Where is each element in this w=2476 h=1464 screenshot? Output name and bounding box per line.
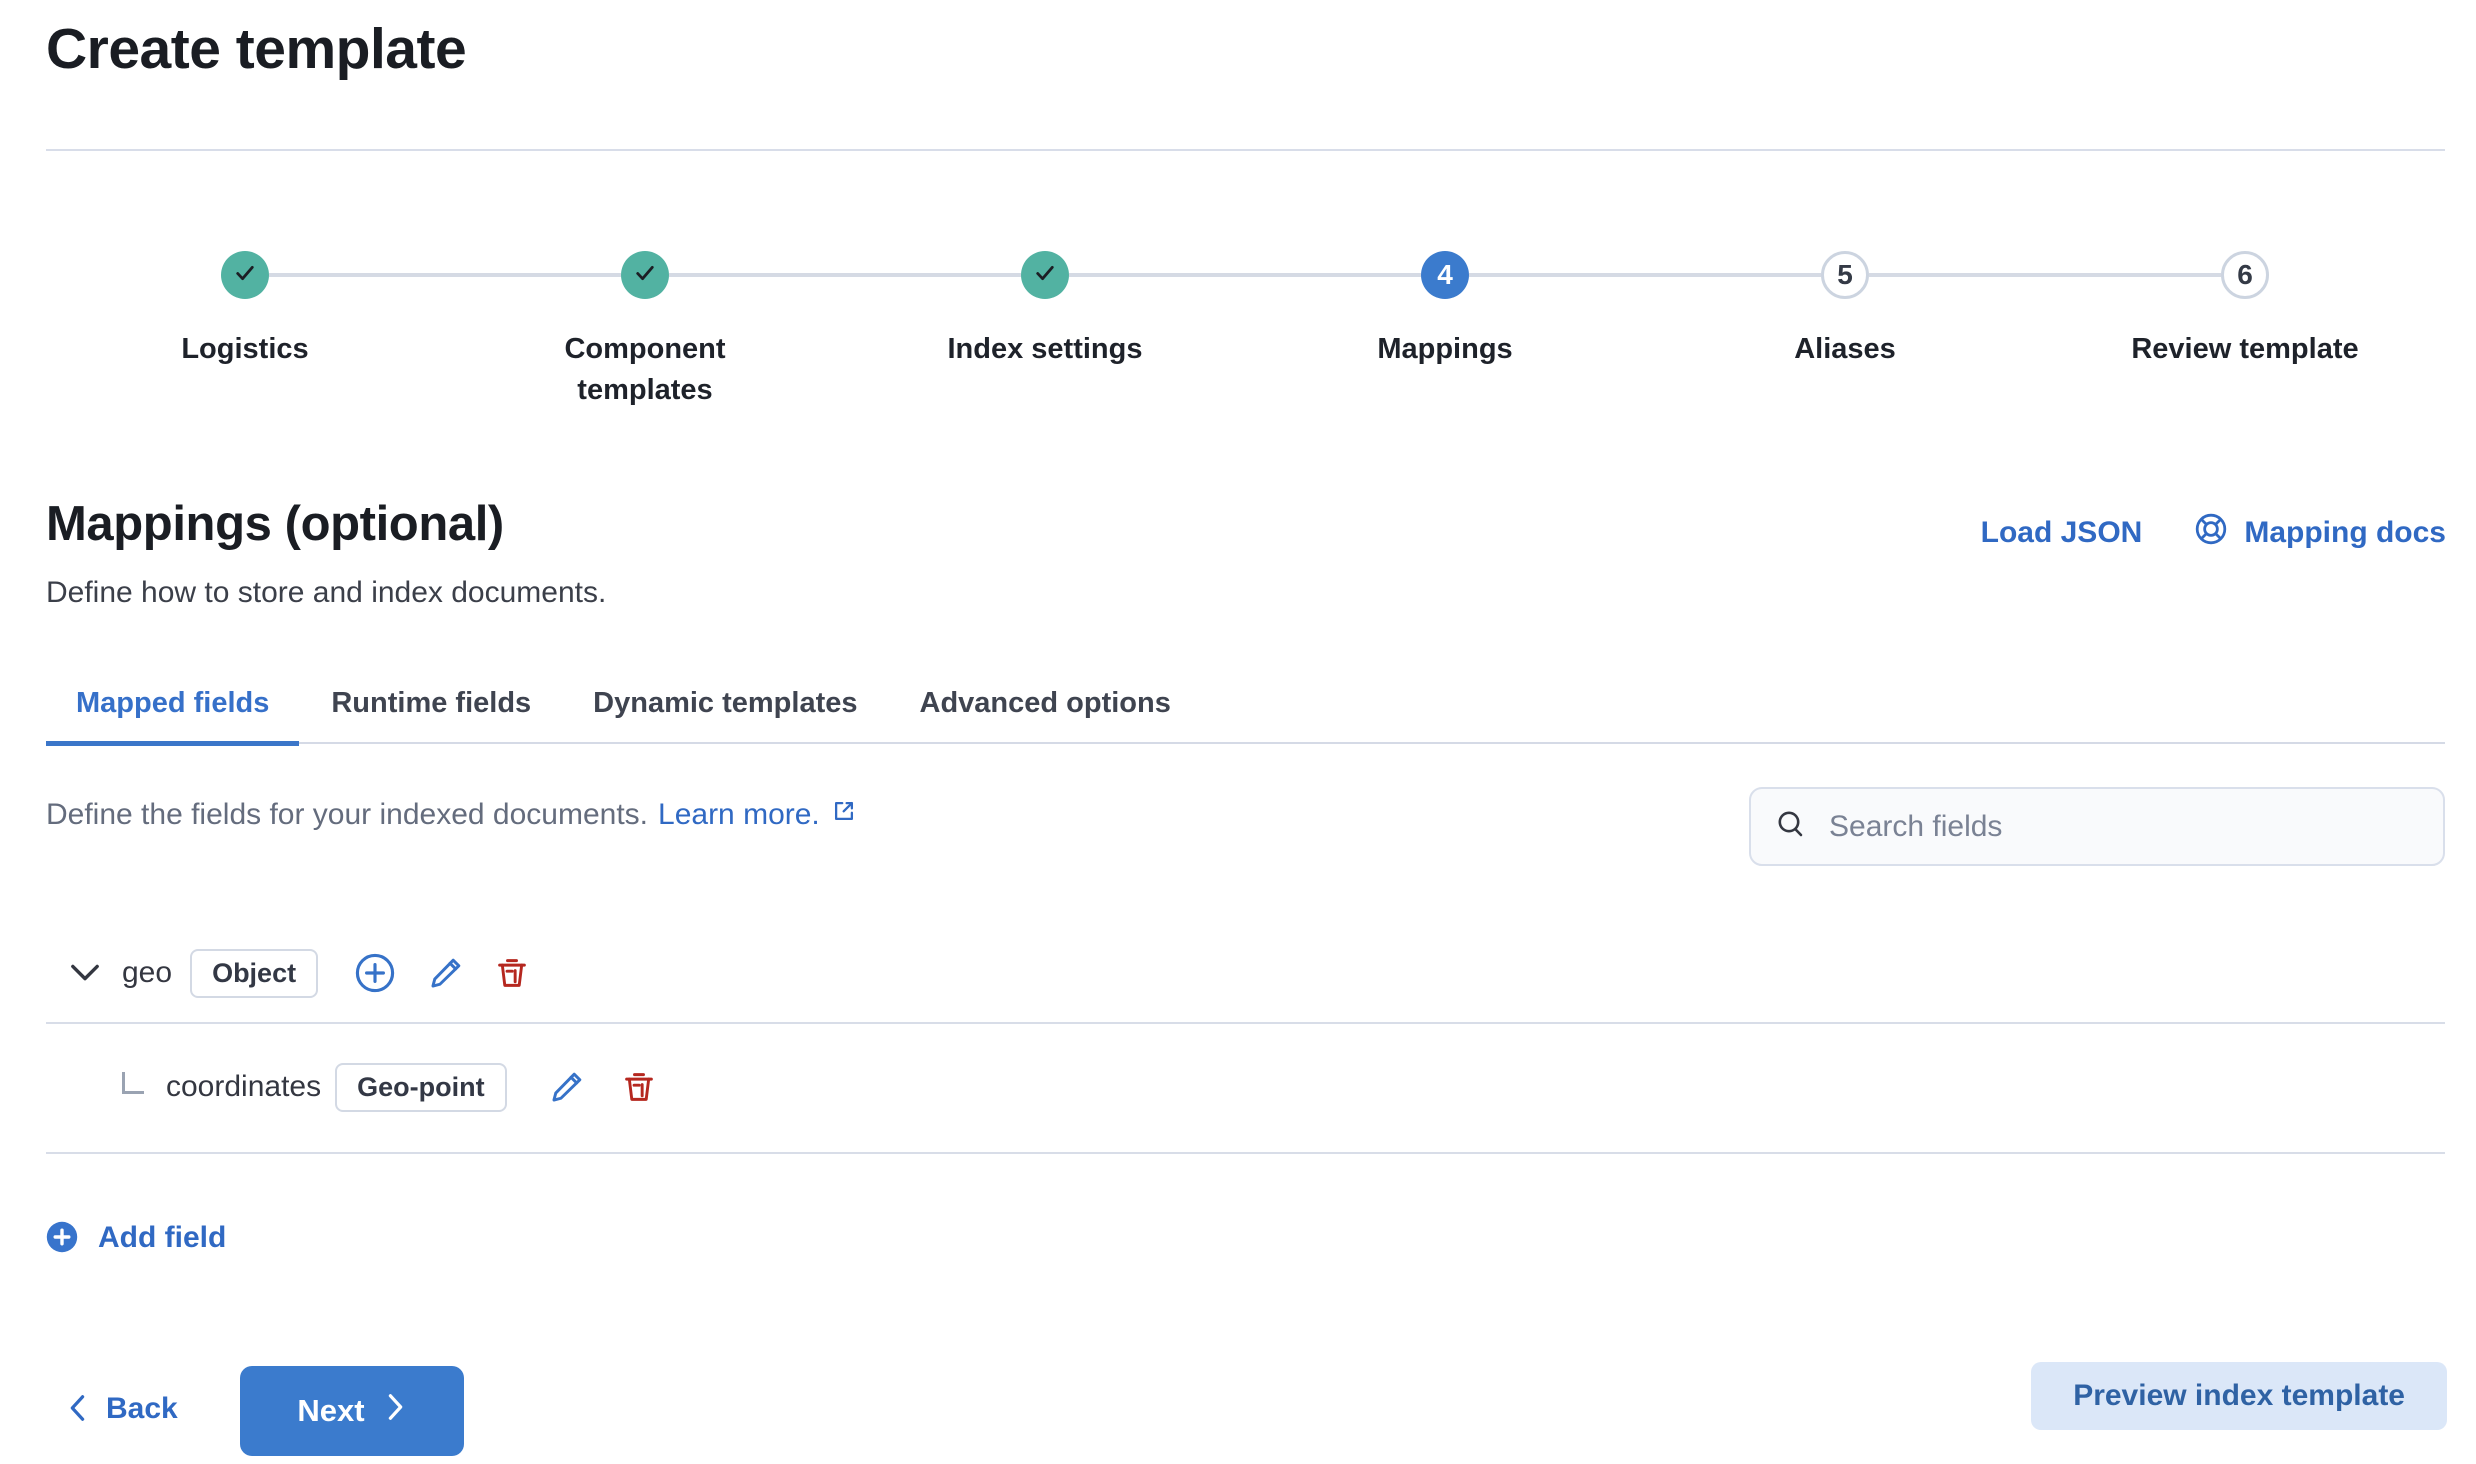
section-links: Load JSON Mapping docs bbox=[1981, 512, 2446, 554]
step-number: 5 bbox=[1837, 261, 1853, 289]
edit-field-button[interactable] bbox=[428, 955, 464, 991]
tab-dynamic-templates[interactable]: Dynamic templates bbox=[563, 686, 887, 742]
load-json-link[interactable]: Load JSON bbox=[1981, 516, 2143, 550]
next-button[interactable]: Next bbox=[240, 1366, 464, 1456]
preview-index-template-button[interactable]: Preview index template bbox=[2031, 1362, 2447, 1430]
check-icon bbox=[1032, 260, 1058, 291]
fields-intro: Define the fields for your indexed docum… bbox=[46, 797, 858, 833]
create-template-wizard: Create template Logistics Component temp… bbox=[0, 0, 2476, 1464]
field-name: geo bbox=[122, 956, 172, 990]
learn-more-link[interactable]: Learn more. bbox=[658, 798, 820, 832]
field-type-badge: Object bbox=[190, 949, 318, 998]
section-title: Mappings (optional) bbox=[46, 496, 606, 552]
row-divider bbox=[46, 1152, 2445, 1154]
plus-circle-icon bbox=[46, 1221, 78, 1256]
mapping-docs-link[interactable]: Mapping docs bbox=[2194, 512, 2446, 554]
search-fields-box bbox=[1749, 787, 2445, 866]
step-6-circle[interactable]: 6 bbox=[2221, 251, 2269, 299]
step-4-circle[interactable]: 4 bbox=[1421, 251, 1469, 299]
section-subtitle: Define how to store and index documents. bbox=[46, 576, 606, 610]
delete-field-button[interactable] bbox=[494, 955, 530, 991]
chevron-left-icon bbox=[66, 1393, 88, 1426]
chevron-right-icon bbox=[385, 1392, 407, 1430]
next-label: Next bbox=[297, 1393, 364, 1429]
fields-intro-text: Define the fields for your indexed docum… bbox=[46, 798, 648, 832]
step-number: 4 bbox=[1437, 261, 1453, 289]
external-link-icon bbox=[830, 797, 858, 833]
header-divider bbox=[46, 149, 2445, 151]
tab-mapped-fields[interactable]: Mapped fields bbox=[46, 686, 299, 742]
lifebuoy-icon bbox=[2194, 512, 2228, 554]
back-label: Back bbox=[106, 1392, 178, 1426]
field-row-geo: geo Object bbox=[46, 924, 2445, 1022]
preview-label: Preview index template bbox=[2073, 1379, 2405, 1413]
search-icon bbox=[1775, 808, 1807, 845]
search-input[interactable] bbox=[1829, 810, 2419, 844]
add-field-label: Add field bbox=[98, 1221, 226, 1255]
step-label: Mappings bbox=[1377, 329, 1512, 370]
check-icon bbox=[232, 260, 258, 291]
load-json-label: Load JSON bbox=[1981, 516, 2143, 550]
tab-runtime-fields[interactable]: Runtime fields bbox=[301, 686, 561, 742]
check-icon bbox=[632, 260, 658, 291]
page-title: Create template bbox=[46, 16, 466, 82]
step-1-circle[interactable] bbox=[221, 251, 269, 299]
step-label: Component templates bbox=[509, 329, 781, 410]
step-5-circle[interactable]: 5 bbox=[1821, 251, 1869, 299]
tree-branch-icon bbox=[122, 1072, 144, 1094]
delete-field-button[interactable] bbox=[621, 1069, 657, 1105]
step-review-template: 6 Review template bbox=[2045, 251, 2445, 410]
field-type-badge: Geo-point bbox=[335, 1063, 506, 1112]
step-label: Logistics bbox=[181, 329, 308, 370]
step-label: Review template bbox=[2131, 329, 2358, 370]
step-number: 6 bbox=[2237, 261, 2253, 289]
section-head: Mappings (optional) Define how to store … bbox=[46, 496, 606, 610]
stepper: Logistics Component templates Index sett… bbox=[45, 251, 2445, 410]
add-field-button[interactable]: Add field bbox=[46, 1210, 226, 1266]
add-child-field-button[interactable] bbox=[354, 952, 396, 994]
step-3-circle[interactable] bbox=[1021, 251, 1069, 299]
step-label: Index settings bbox=[948, 329, 1143, 370]
edit-field-button[interactable] bbox=[549, 1069, 585, 1105]
tab-advanced-options[interactable]: Advanced options bbox=[890, 686, 1201, 742]
back-button[interactable]: Back bbox=[66, 1392, 178, 1426]
field-name: coordinates bbox=[166, 1070, 321, 1104]
step-2-circle[interactable] bbox=[621, 251, 669, 299]
field-row-coordinates: coordinates Geo-point bbox=[46, 1024, 2445, 1150]
mapping-docs-label: Mapping docs bbox=[2244, 516, 2446, 550]
step-label: Aliases bbox=[1794, 329, 1896, 370]
chevron-down-icon[interactable] bbox=[70, 963, 100, 983]
mappings-tabs: Mapped fields Runtime fields Dynamic tem… bbox=[46, 686, 2445, 744]
